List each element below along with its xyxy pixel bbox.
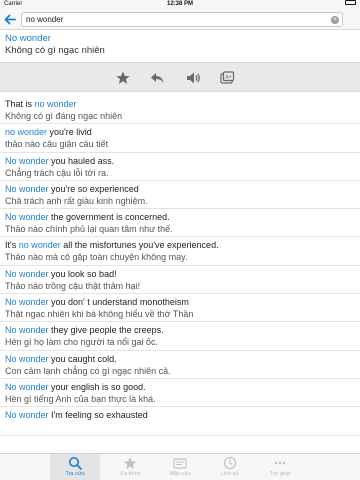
example-english: No wonder you caught cold.: [5, 353, 355, 365]
example-keyword: No wonder: [5, 155, 49, 166]
example-keyword: no wonder: [34, 99, 77, 109]
svg-text:A+: A+: [225, 75, 231, 81]
example-text: That is: [5, 99, 35, 109]
example-translation: Không có gì đáng ngạc nhiên: [5, 111, 123, 121]
example-item[interactable]: No wonder you don' t understand monothei…: [0, 294, 360, 323]
example-translation: Thảo nào mà cô gặp toàn chuyện không may…: [5, 252, 188, 263]
example-text: It's: [5, 240, 19, 251]
example-text: you're so experienced: [48, 183, 139, 194]
example-text: you don' t understand monotheism: [48, 297, 189, 308]
example-item[interactable]: It's no wonder all the misfortunes you'v…: [0, 237, 360, 266]
status-bar: Carrier 12:38 PM: [0, 0, 360, 9]
example-text: you caught cold.: [48, 353, 117, 364]
example-list: That is no wonder Không có gì đáng ngạc n…: [0, 96, 360, 453]
app-screen: Carrier 12:38 PM ✕ No wonder Không có gì…: [0, 0, 360, 480]
example-item[interactable]: No wonder your english is so good. Hèn gì…: [0, 379, 360, 408]
example-translation: Thật ngạc nhiên khi bà không hiểu về thờ…: [5, 309, 194, 320]
battery-icon: [345, 0, 356, 5]
example-text: you hauled ass.: [48, 155, 115, 166]
tab-label: Lịch sử: [220, 471, 240, 477]
example-translation: Hèn gì họ làm cho người ta nổi gai ốc.: [5, 337, 159, 348]
clear-icon[interactable]: ✕: [331, 16, 339, 24]
tab-bar: Tra cứu Ưa thích Mẫu câu Lịch sử Trợ giúp: [0, 453, 360, 480]
example-english: No wonder I'm feeling so exhausted: [5, 409, 355, 421]
example-item[interactable]: No wonder you hauled ass. Chẳng trách cậu…: [0, 153, 360, 181]
search-icon: [69, 457, 82, 470]
tab-star[interactable]: Ưa thích: [105, 454, 155, 480]
example-translation: Thảo nào trông cậu thật thảm hại!: [5, 280, 141, 291]
example-item[interactable]: No wonder you're so experienced Chả trách…: [0, 181, 360, 210]
back-arrow-icon[interactable]: [3, 13, 17, 26]
more-icon: [274, 461, 286, 465]
example-text: all the misfortunes you've experienced.: [60, 240, 219, 251]
entry-term: No wonder: [5, 33, 51, 44]
example-item[interactable]: No wonder the government is concerned. Th…: [0, 209, 360, 238]
star-icon: [123, 457, 137, 469]
example-english: No wonder the government is concerned.: [5, 211, 355, 223]
example-text: your english is so good.: [48, 381, 146, 392]
tab-more[interactable]: Trợ giúp: [255, 454, 305, 480]
search-bar: ✕: [0, 9, 360, 30]
tab-label: Trợ giúp: [269, 471, 291, 477]
example-keyword: No wonder: [5, 410, 49, 421]
example-english: No wonder they give people the creeps.: [5, 324, 355, 336]
example-text: you look so bad!: [48, 268, 117, 279]
example-translation: Hèn gì tiếng Anh của bạn thực là khá.: [5, 393, 156, 404]
dictionary-entry: No wonder Không có gì ngạc nhiên: [5, 33, 355, 57]
example-text: they give people the creeps.: [48, 325, 164, 336]
tab-clock[interactable]: Lịch sử: [205, 454, 255, 480]
example-translation: thảo nào cậu giận cáu tiết: [5, 139, 109, 150]
example-keyword: No wonder: [5, 183, 49, 194]
flashcard-icon[interactable]: A+: [219, 70, 235, 86]
example-english: No wonder you don' t understand monothei…: [5, 296, 355, 308]
example-item[interactable]: That is no wonder Không có gì đáng ngạc n…: [0, 96, 360, 125]
tab-label: Tra cứu: [65, 471, 85, 477]
example-english: It's no wonder all the misfortunes you'v…: [5, 239, 355, 251]
tab-label: Mẫu câu: [169, 471, 191, 477]
example-keyword: No wonder: [5, 381, 49, 392]
tab-search[interactable]: Tra cứu: [50, 454, 100, 480]
example-english: No wonder you hauled ass.: [5, 155, 355, 167]
example-english: No wonder you're so experienced: [5, 183, 355, 195]
speaker-icon[interactable]: [185, 70, 201, 86]
entry-meaning: Không có gì ngạc nhiên: [5, 45, 105, 56]
example-english: No wonder your english is so good.: [5, 381, 355, 393]
search-field[interactable]: ✕: [21, 12, 343, 27]
example-english: no wonder you're livid: [5, 126, 355, 138]
example-keyword: No wonder: [5, 353, 49, 364]
example-keyword: No wonder: [5, 325, 49, 336]
example-item[interactable]: No wonder you look so bad! Thảo nào trông…: [0, 266, 360, 295]
example-item[interactable]: no wonder you're livid thảo nào cậu giận …: [0, 124, 360, 153]
share-arrow-icon[interactable]: [149, 70, 165, 86]
tab-label: Ưa thích: [119, 471, 141, 477]
example-keyword: no wonder: [18, 240, 61, 251]
phrasebook-icon: [173, 458, 187, 469]
clock-time: 12:38 PM: [166, 1, 193, 7]
example-text: the government is concerned.: [48, 212, 170, 223]
action-toolbar: A+: [0, 62, 360, 92]
example-text: I'm feeling so exhausted: [48, 410, 148, 421]
example-english: No wonder you look so bad!: [5, 268, 355, 280]
example-translation: Chả trách anh rất giàu kinh nghiệm.: [5, 195, 148, 206]
example-item[interactable]: No wonder I'm feeling so exhausted: [0, 407, 360, 436]
example-item[interactable]: No wonder you caught cold. Con cảm lạnh c…: [0, 351, 360, 379]
example-item[interactable]: No wonder they give people the creeps. Hè…: [0, 322, 360, 351]
example-english: That is no wonder: [5, 98, 355, 110]
star-icon[interactable]: [115, 70, 131, 86]
tab-phrasebook[interactable]: Mẫu câu: [155, 454, 205, 480]
example-keyword: No wonder: [5, 268, 49, 279]
clock-icon: [223, 456, 237, 470]
example-keyword: No wonder: [5, 212, 49, 223]
example-text: you're livid: [47, 127, 92, 138]
example-translation: Con cảm lạnh chẳng có gì ngạc nhiên cả.: [5, 365, 171, 376]
search-input[interactable]: [26, 14, 326, 25]
example-translation: Thảo nào chính phủ lại quan tâm như thế.: [5, 224, 173, 235]
example-keyword: No wonder: [5, 297, 49, 308]
example-translation: Chẳng trách cậu lỗi tới ra.: [5, 167, 109, 178]
example-keyword: no wonder: [5, 127, 48, 138]
